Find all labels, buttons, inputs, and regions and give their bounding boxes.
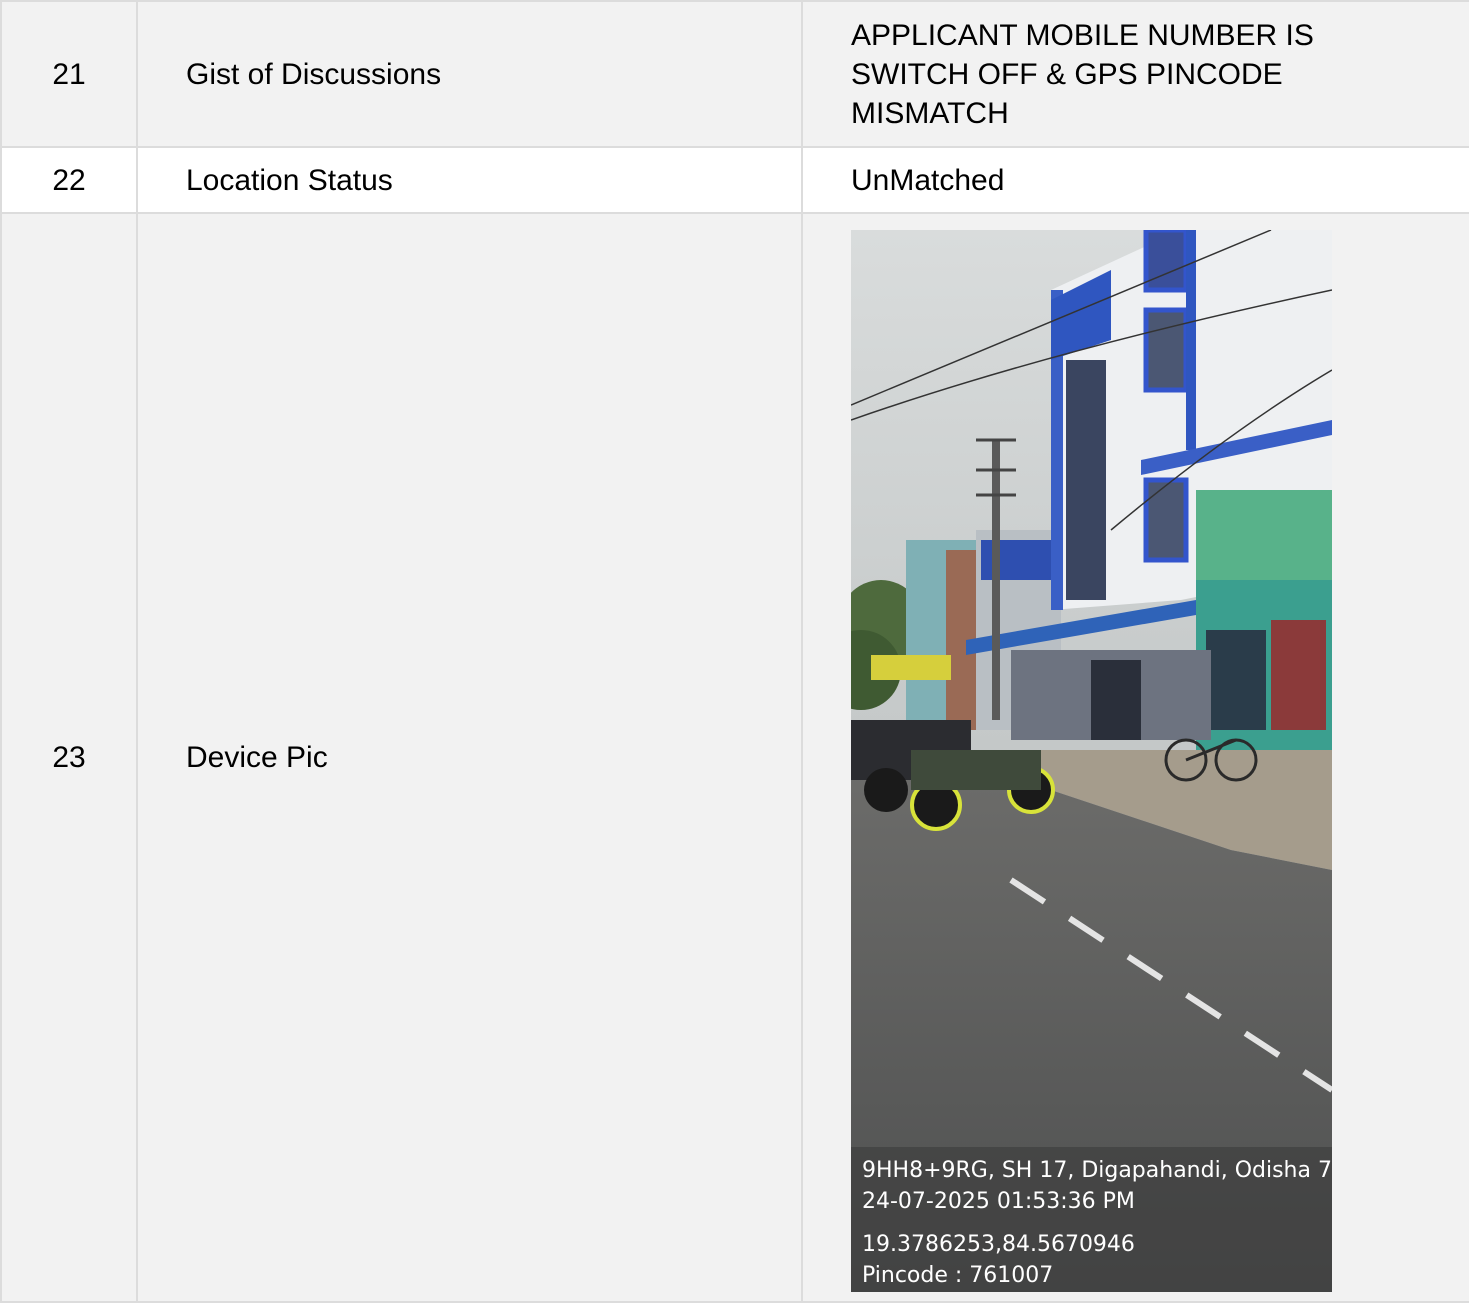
- device-photo: 9HH8+9RG, SH 17, Digapahandi, Odisha 761…: [851, 230, 1332, 1292]
- geotag-address: 9HH8+9RG, SH 17, Digapahandi, Odisha 761…: [862, 1158, 1332, 1183]
- street-scene-image: [851, 230, 1332, 1292]
- row-number: 23: [0, 212, 138, 1303]
- table-row: 22 Location Status UnMatched: [0, 146, 1469, 214]
- geotag-pincode: Pincode : 761007: [862, 1263, 1054, 1288]
- photo-geotag-overlay: 9HH8+9RG, SH 17, Digapahandi, Odisha 761…: [851, 1147, 1332, 1292]
- table-row: 21 Gist of Discussions APPLICANT MOBILE …: [0, 0, 1469, 148]
- field-label: Location Status: [136, 146, 803, 214]
- location-status-value: UnMatched: [801, 146, 1469, 214]
- geotag-coordinates: 19.3786253,84.5670946: [862, 1232, 1135, 1257]
- field-label: Gist of Discussions: [136, 0, 803, 148]
- table-row: 23 Device Pic 9HH8+9RG, SH 17, Digapahan…: [0, 212, 1469, 1303]
- field-label: Device Pic: [136, 212, 803, 1303]
- geotag-datetime: 24-07-2025 01:53:36 PM: [862, 1189, 1135, 1214]
- details-table: 21 Gist of Discussions APPLICANT MOBILE …: [0, 0, 1469, 1303]
- row-number: 22: [0, 146, 138, 214]
- row-number: 21: [0, 0, 138, 148]
- device-pic-cell: 9HH8+9RG, SH 17, Digapahandi, Odisha 761…: [801, 212, 1469, 1303]
- field-value: APPLICANT MOBILE NUMBER IS SWITCH OFF & …: [801, 0, 1469, 148]
